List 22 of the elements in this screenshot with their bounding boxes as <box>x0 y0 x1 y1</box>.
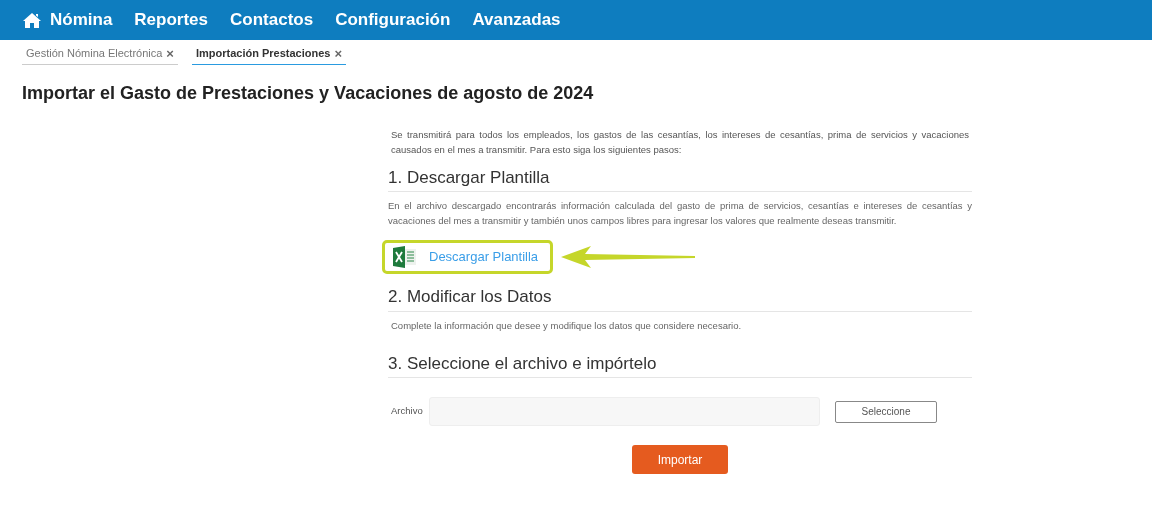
download-link[interactable]: Descargar Plantilla <box>393 246 543 268</box>
nav-menu-item[interactable]: Reportes <box>134 7 209 33</box>
nav-menu-item[interactable]: Avanzadas <box>472 7 561 33</box>
intro-paragraph: Se transmitirá para todos los empleados, los gastos de las cesantías, los intereses de cesantías, prima de servicios y vacaciones causados en el mes a transmitir. Para esto siga los siguientes pasos: <box>390 127 970 157</box>
page-title: Importar el Gasto de Prestaciones y Vacaciones de agosto de 2024 <box>21 81 595 105</box>
close-icon[interactable]: × <box>166 46 174 60</box>
nav-menu-item[interactable]: Contactos <box>230 7 314 33</box>
step-description: En el archivo descargado encontrarás información calculada del gasto de prima de servicios, cesantías e intereses de cesantías y vacaciones del mes a transmitir y también unos campos libres para ingresar los valores que realmente deseas transmitir. <box>388 199 972 228</box>
select-file-button[interactable]: Seleccione <box>835 400 937 423</box>
tab[interactable]: Gestión Nómina Electrónica × <box>22 45 178 65</box>
nav-menu-item[interactable]: Nómina <box>22 7 113 33</box>
step-heading: 2. Modificar los Datos <box>388 284 972 312</box>
field-label: Archivo <box>391 404 424 419</box>
step-heading: 1. Descargar Plantilla <box>388 164 972 192</box>
nav-menu-item[interactable]: Configuración <box>335 7 451 33</box>
import-button[interactable]: Importar <box>632 445 728 474</box>
close-icon[interactable]: × <box>334 46 343 60</box>
tab[interactable]: Importación Prestaciones × <box>191 45 347 65</box>
step-description: Complete la información que desee y modifique los datos que considere necesario. <box>390 318 743 333</box>
home-icon <box>22 11 42 29</box>
step-heading: 3. Seleccione el archivo e impórtelo <box>388 350 972 378</box>
spreadsheet-icon <box>393 246 417 268</box>
